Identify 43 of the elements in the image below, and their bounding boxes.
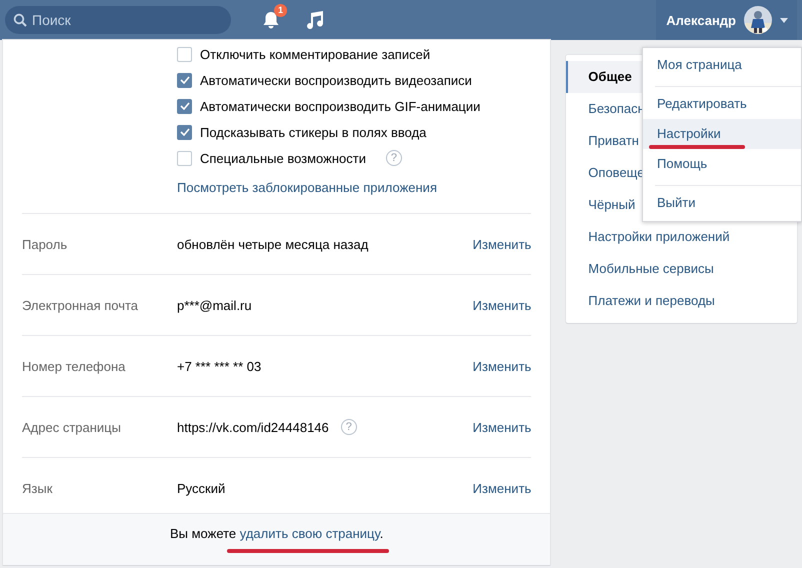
checkbox[interactable] (177, 98, 192, 114)
field-value: +7 *** *** ** 03 (177, 358, 262, 374)
music-note-icon[interactable] (306, 10, 324, 30)
change-link[interactable]: Изменить (472, 420, 532, 434)
checkbox[interactable] (177, 72, 192, 88)
change-link[interactable]: Изменить (472, 358, 532, 374)
checkbox-label: Подсказывать стикеры в полях ввода (200, 124, 426, 140)
field-value: p***@mail.ru (177, 298, 252, 312)
field-label: Электронная почта (22, 298, 140, 312)
checkbox-label: Автоматически воспроизводить видеозаписи (200, 72, 472, 88)
sidebar-item[interactable]: Платежи и переводы (566, 285, 797, 317)
checkbox[interactable] (177, 46, 192, 62)
field-label: Язык (22, 480, 54, 496)
caret-icon (780, 18, 788, 22)
notification-badge: 1 (274, 4, 287, 17)
menu-item[interactable]: Настройки (643, 119, 801, 149)
blocked-apps-link[interactable]: Посмотреть заблокированные приложения (177, 179, 550, 197)
field-value: обновлён четыре месяца назад (177, 236, 368, 252)
check-icon (180, 128, 190, 136)
search-icon (13, 13, 27, 27)
change-link[interactable]: Изменить (472, 236, 532, 252)
checkbox-label: Автоматически воспроизводить GIF-анимации (200, 98, 480, 114)
delete-page-link[interactable]: удалить свою страницу (240, 526, 380, 541)
change-link[interactable]: Изменить (472, 480, 532, 496)
menu-item[interactable]: Редактировать (643, 89, 801, 119)
checkbox-label: Специальные возможности (200, 150, 366, 166)
sidebar-item[interactable]: Настройки приложений (566, 221, 797, 253)
field-value: Русский (177, 480, 226, 496)
checkbox[interactable] (177, 124, 192, 140)
checkbox[interactable] (177, 150, 192, 166)
checkbox-label: Отключить комментирование записей (200, 46, 430, 62)
menu-item[interactable]: Выйти (643, 188, 801, 218)
change-link[interactable]: Изменить (472, 298, 532, 312)
check-icon (180, 102, 190, 110)
check-icon (180, 76, 190, 84)
field-label: Пароль (22, 236, 68, 252)
field-label: Адрес страницы (22, 420, 122, 434)
sidebar-item[interactable]: Мобильные сервисы (566, 253, 797, 285)
field-value: https://vk.com/id24448146 (177, 420, 329, 434)
delete-page-text: Вы можете удалить свою страницу. (170, 526, 384, 541)
user-menu[interactable]: Александр (656, 0, 797, 40)
search-field[interactable]: Поиск (5, 6, 231, 34)
field-label: Номер телефона (22, 358, 126, 374)
